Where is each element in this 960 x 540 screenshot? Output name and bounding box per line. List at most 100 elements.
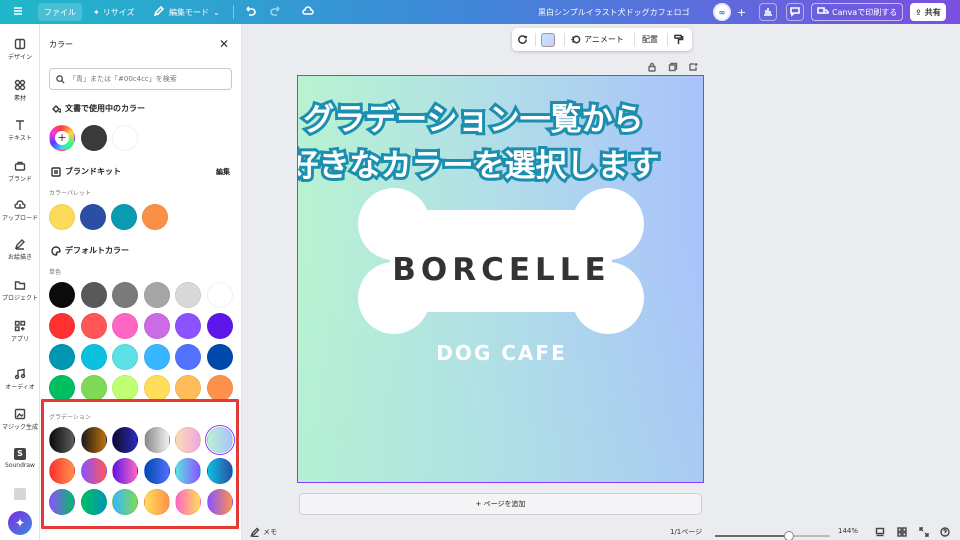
folder-icon xyxy=(14,281,26,290)
undo-button[interactable] xyxy=(244,0,256,24)
page-view-button[interactable] xyxy=(875,527,885,539)
design-canvas[interactable]: グラデーション一覧から 好きなカラーを選択します BORCELLE DOG CA… xyxy=(297,75,704,483)
rail-item-brand[interactable]: ブランド xyxy=(0,160,40,183)
solid-color-swatch[interactable] xyxy=(49,313,75,339)
solid-color-swatch[interactable] xyxy=(112,344,138,370)
canva-editor: ファイル ✦ リサイズ 編集モード ⌄ 黒白シンプルイラスト犬ドッグカフェロゴ … xyxy=(0,0,960,540)
rail-item-soundraw[interactable]: S Soundraw xyxy=(0,448,40,469)
lock-page-button[interactable] xyxy=(647,62,657,74)
headline-line-1[interactable]: グラデーション一覧から xyxy=(298,94,677,141)
rail-item-uploads[interactable]: アップロード xyxy=(0,199,40,222)
doc-color-swatch[interactable] xyxy=(112,125,138,151)
solid-color-swatch[interactable] xyxy=(112,375,138,401)
user-avatar[interactable]: ∞ xyxy=(713,0,731,24)
palette-swatch[interactable] xyxy=(49,204,75,230)
solid-color-swatch[interactable] xyxy=(49,375,75,401)
rotate-button[interactable] xyxy=(517,28,528,51)
palette-swatch[interactable] xyxy=(142,204,168,230)
search-placeholder: 「青」または「#00c4cc」を検索 xyxy=(69,75,177,83)
zoom-slider[interactable] xyxy=(715,531,830,540)
edit-mode-dropdown[interactable]: 編集モード ⌄ xyxy=(153,0,220,24)
solid-color-swatch[interactable] xyxy=(175,282,201,308)
comments-button[interactable] xyxy=(786,0,804,24)
solid-color-swatch[interactable] xyxy=(112,282,138,308)
solid-color-swatch[interactable] xyxy=(206,344,233,370)
dog-cafe-text[interactable]: DOG CAFE xyxy=(298,341,703,365)
solid-color-swatch[interactable] xyxy=(175,375,201,401)
brand-kit-icon xyxy=(51,166,61,177)
share-button[interactable]: ⇪ 共有 xyxy=(910,3,946,21)
solid-color-swatch[interactable] xyxy=(175,344,201,370)
rail-item-design[interactable]: デザイン xyxy=(0,38,40,61)
rail-item-projects[interactable]: プロジェクト xyxy=(0,279,40,302)
file-menu-button[interactable]: ファイル xyxy=(38,3,82,21)
edit-mode-label: 編集モード xyxy=(169,7,209,17)
print-label: Canvaで印刷する xyxy=(832,7,898,17)
add-page-corner-button[interactable] xyxy=(688,62,698,74)
rail-label: 素材 xyxy=(13,95,26,102)
palette-swatch[interactable] xyxy=(111,204,137,230)
zoom-level[interactable]: 144% xyxy=(838,527,858,535)
arrange-button[interactable]: 配置 xyxy=(642,28,658,51)
solid-color-swatch[interactable] xyxy=(80,344,107,370)
solid-color-swatch[interactable] xyxy=(80,282,107,308)
close-icon[interactable]: ✕ xyxy=(219,37,229,51)
grid-view-button[interactable] xyxy=(897,527,907,539)
cloud-saved-icon[interactable] xyxy=(302,0,314,24)
duplicate-page-button[interactable] xyxy=(668,62,678,74)
add-page-icon xyxy=(689,63,698,71)
add-color-button[interactable]: + xyxy=(49,125,75,151)
color-search-input[interactable]: 「青」または「#00c4cc」を検索 xyxy=(49,68,232,90)
brand-name-text[interactable]: BORCELLE xyxy=(298,252,703,288)
solid-color-swatch[interactable] xyxy=(143,375,170,401)
rail-item-magic-media[interactable]: マジック生成 xyxy=(0,408,40,431)
redo-icon xyxy=(270,5,282,19)
insights-button[interactable] xyxy=(759,0,777,24)
paint-format-button[interactable] xyxy=(673,28,684,51)
rail-item-elements[interactable]: 素材 xyxy=(0,79,40,102)
fullscreen-button[interactable] xyxy=(919,527,929,539)
animate-button[interactable]: アニメート xyxy=(570,28,624,51)
zoom-slider-handle[interactable] xyxy=(783,531,794,540)
palette-swatch[interactable] xyxy=(80,204,106,230)
hamburger-icon[interactable] xyxy=(12,0,24,24)
solid-color-swatch[interactable] xyxy=(143,313,170,339)
solid-color-swatch[interactable] xyxy=(175,313,201,339)
solid-color-swatch[interactable] xyxy=(49,282,75,308)
print-with-canva-button[interactable]: Canvaで印刷する xyxy=(811,3,904,21)
rotate-icon xyxy=(518,35,527,44)
context-toolbar: アニメート 配置 xyxy=(512,28,692,51)
add-collaborator-button[interactable]: + xyxy=(737,0,746,24)
headline-line-2[interactable]: 好きなカラーを選択します xyxy=(298,140,677,187)
solid-color-swatch[interactable] xyxy=(143,344,170,370)
solid-color-swatch[interactable] xyxy=(112,313,138,339)
help-button[interactable] xyxy=(940,527,950,539)
document-title[interactable]: 黒白シンプルイラスト犬ドッグカフェロゴ xyxy=(538,0,690,24)
solid-color-swatch[interactable] xyxy=(80,375,107,401)
rail-item-draw[interactable]: お絵描き xyxy=(0,238,40,261)
redo-button[interactable] xyxy=(270,0,282,24)
solid-color-swatch[interactable] xyxy=(206,313,233,339)
page-indicator[interactable]: 1/1ページ xyxy=(670,527,702,537)
divider xyxy=(535,33,536,46)
solid-color-swatch[interactable] xyxy=(80,313,107,339)
rail-item-apps[interactable]: アプリ xyxy=(0,320,40,343)
notes-button[interactable]: メモ xyxy=(250,527,277,537)
add-page-button[interactable]: + ページを追加 xyxy=(299,493,702,515)
resize-button[interactable]: ✦ リサイズ xyxy=(93,0,134,24)
rail-item-audio[interactable]: オーディオ xyxy=(0,368,40,391)
doc-color-swatch[interactable] xyxy=(81,125,107,151)
magic-assistant-button[interactable]: ✦ xyxy=(8,511,32,535)
background-color-button[interactable] xyxy=(541,28,555,51)
rail-item-more[interactable] xyxy=(0,488,40,500)
search-icon xyxy=(56,74,65,84)
solid-color-swatch[interactable] xyxy=(143,282,170,308)
solid-color-swatch[interactable] xyxy=(206,282,233,308)
solid-color-swatch[interactable] xyxy=(206,375,233,401)
paint-bucket-icon xyxy=(52,104,61,113)
layout-icon xyxy=(14,38,26,50)
rail-item-text[interactable]: テキスト xyxy=(0,119,40,142)
brand-kit-edit-link[interactable]: 編集 xyxy=(216,167,230,177)
undo-icon xyxy=(244,5,256,19)
solid-color-swatch[interactable] xyxy=(49,344,75,370)
